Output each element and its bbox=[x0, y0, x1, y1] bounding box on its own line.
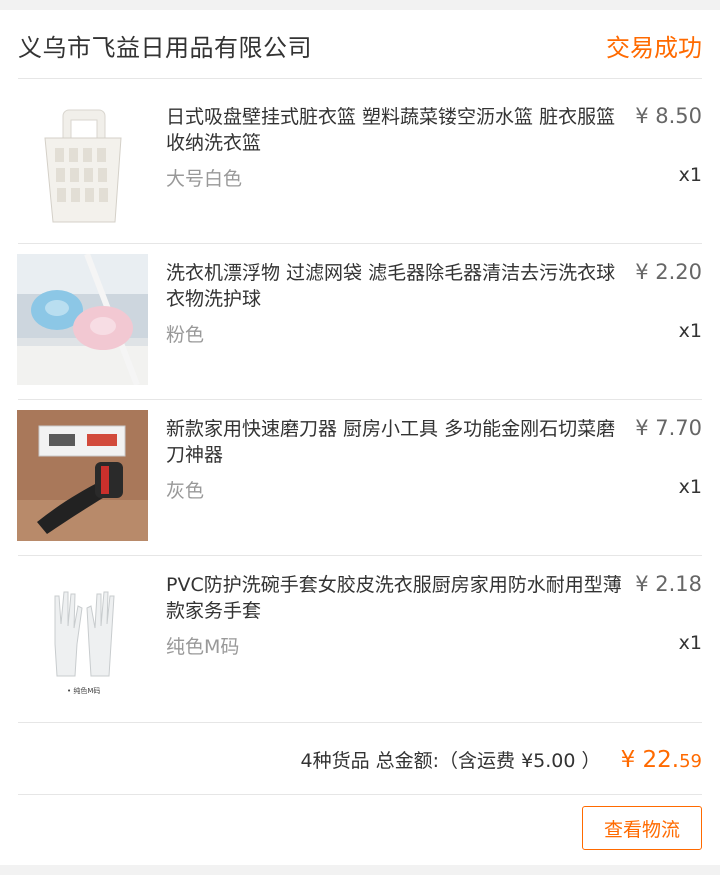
order-item[interactable]: 洗衣机漂浮物 过滤网袋 滤毛器除毛器清洁去污洗衣球衣物洗护球 粉色 ¥ 2.20… bbox=[0, 244, 720, 400]
product-price: ¥ 8.50 bbox=[635, 104, 702, 128]
product-title[interactable]: 新款家用快速磨刀器 厨房小工具 多功能金刚石切菜磨刀神器 bbox=[166, 416, 622, 468]
product-image-basket[interactable] bbox=[17, 98, 148, 229]
total-main: ¥ 22. bbox=[620, 747, 680, 773]
product-image-knife-sharpener[interactable] bbox=[17, 410, 148, 541]
product-title[interactable]: 日式吸盘壁挂式脏衣篮 塑料蔬菜镂空沥水篮 脏衣服篮收纳洗衣篮 bbox=[166, 104, 622, 156]
product-sku: 粉色 bbox=[166, 324, 205, 346]
product-image-laundry-balls[interactable] bbox=[17, 254, 148, 385]
order-item[interactable]: • 纯色M码 PVC防护洗碗手套女胶皮洗衣服厨房家用防水耐用型薄款家务手套 纯色… bbox=[0, 556, 720, 712]
product-sku: 灰色 bbox=[166, 480, 205, 502]
image-caption: • 纯色M码 bbox=[67, 687, 101, 695]
product-title[interactable]: 洗衣机漂浮物 过滤网袋 滤毛器除毛器清洁去污洗衣球衣物洗护球 bbox=[166, 260, 622, 312]
header-divider bbox=[18, 78, 702, 79]
product-quantity: x1 bbox=[678, 164, 702, 186]
order-item[interactable]: 新款家用快速磨刀器 厨房小工具 多功能金刚石切菜磨刀神器 灰色 ¥ 7.70 x… bbox=[0, 400, 720, 556]
summary-divider bbox=[18, 794, 702, 795]
total-cents: 59 bbox=[679, 751, 702, 772]
product-quantity: x1 bbox=[678, 476, 702, 498]
shop-name[interactable]: 义乌市飞益日用品有限公司 bbox=[18, 28, 312, 63]
product-price: ¥ 7.70 bbox=[635, 416, 702, 440]
product-quantity: x1 bbox=[678, 320, 702, 342]
product-price: ¥ 2.18 bbox=[635, 572, 702, 596]
product-sku: 大号白色 bbox=[166, 168, 243, 190]
summary-label: 4种货品 总金额:（含运费 ¥5.00 ） bbox=[300, 750, 601, 772]
order-card: 义乌市飞益日用品有限公司 交易成功 日式吸盘壁挂式脏衣篮 塑料蔬菜镂空沥水篮 脏… bbox=[0, 10, 720, 865]
order-summary: 4种货品 总金额:（含运费 ¥5.00 ） ¥ 22.59 bbox=[301, 746, 703, 773]
product-quantity: x1 bbox=[678, 632, 702, 654]
order-header: 义乌市飞益日用品有限公司 交易成功 bbox=[0, 10, 720, 78]
order-status: 交易成功 bbox=[606, 34, 702, 62]
order-total: ¥ 22.59 bbox=[620, 747, 702, 773]
product-price: ¥ 2.20 bbox=[635, 260, 702, 284]
items-bottom-divider bbox=[18, 722, 702, 723]
order-item[interactable]: 日式吸盘壁挂式脏衣篮 塑料蔬菜镂空沥水篮 脏衣服篮收纳洗衣篮 大号白色 ¥ 8.… bbox=[0, 88, 720, 244]
product-title[interactable]: PVC防护洗碗手套女胶皮洗衣服厨房家用防水耐用型薄款家务手套 bbox=[166, 572, 622, 624]
product-image-gloves[interactable]: • 纯色M码 bbox=[17, 566, 148, 697]
view-logistics-button[interactable]: 查看物流 bbox=[582, 806, 702, 850]
product-sku: 纯色M码 bbox=[166, 636, 240, 658]
